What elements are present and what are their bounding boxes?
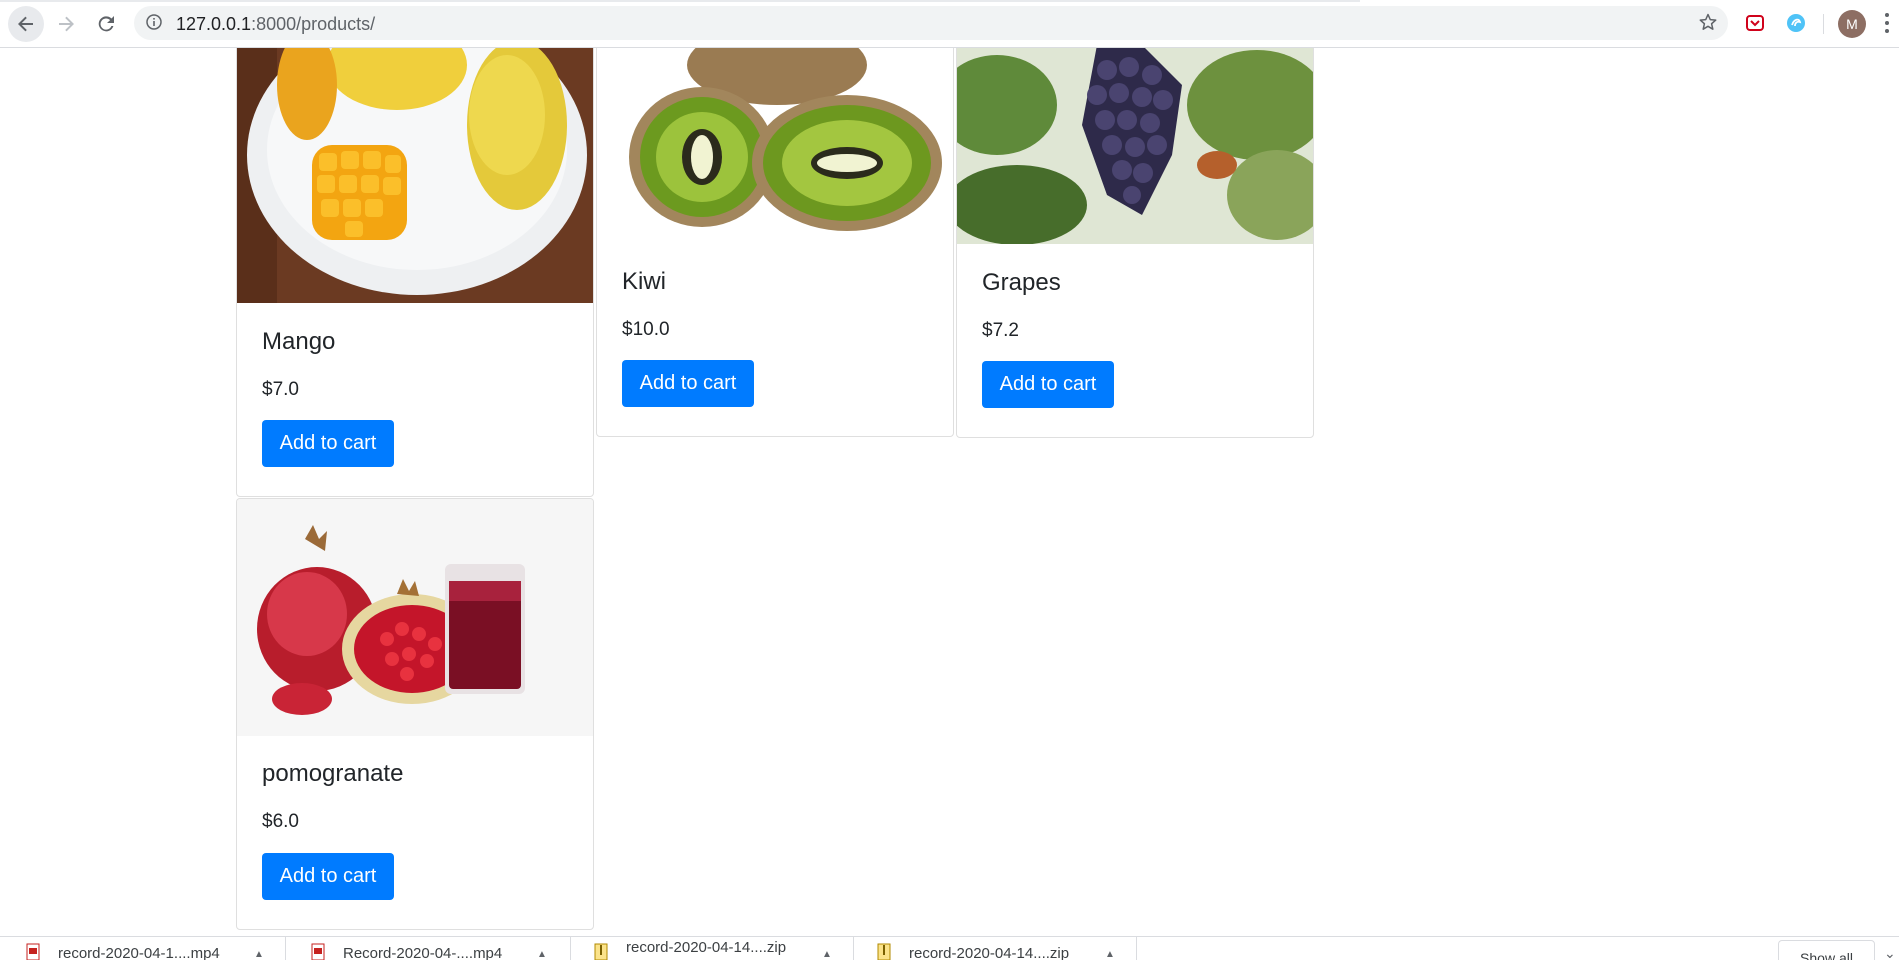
profile-avatar[interactable]: M xyxy=(1838,10,1866,38)
product-card-grapes: Grapes $7.2 Add to cart xyxy=(956,48,1314,438)
reload-button[interactable] xyxy=(88,6,124,42)
chevron-up-icon[interactable]: ▲ xyxy=(822,949,832,960)
chevron-up-icon[interactable]: ▲ xyxy=(254,949,264,960)
chevron-up-icon[interactable]: ▲ xyxy=(537,949,547,960)
download-label: record-2020-04-14....zip xyxy=(626,939,787,956)
show-all-button[interactable]: Show all xyxy=(1778,940,1875,960)
download-label: Record-2020-04-....mp4 xyxy=(343,945,503,960)
add-to-cart-button[interactable]: Add to cart xyxy=(622,360,754,407)
url-text: 127.0.0.1:8000/products/ xyxy=(176,14,375,35)
video-file-icon xyxy=(311,943,325,960)
back-button[interactable] xyxy=(8,6,44,42)
add-to-cart-button[interactable]: Add to cart xyxy=(262,420,394,467)
download-divider xyxy=(285,937,286,960)
zip-file-icon xyxy=(594,943,608,960)
product-price: $7.0 xyxy=(262,379,299,400)
pomogranate-image xyxy=(237,499,593,736)
product-price: $6.0 xyxy=(262,811,299,832)
downloads-bar: record-2020-04-1....mp4 ▲ Record-2020-04… xyxy=(0,936,1899,960)
tab-strip-edge xyxy=(0,0,1360,2)
grapes-image xyxy=(957,48,1313,244)
chevron-up-icon[interactable]: ▲ xyxy=(1105,949,1115,960)
download-item[interactable]: record-2020-04-14....zip ▲ xyxy=(877,937,1127,960)
download-label: record-2020-04-1....mp4 xyxy=(58,945,220,960)
mango-image xyxy=(237,48,593,303)
pocket-extension-icon[interactable] xyxy=(1743,11,1767,35)
bookmark-star-icon[interactable] xyxy=(1698,12,1718,37)
extension-icon[interactable] xyxy=(1784,11,1808,35)
product-price: $7.2 xyxy=(982,320,1019,341)
product-name: Kiwi xyxy=(622,268,667,295)
address-bar[interactable]: 127.0.0.1:8000/products/ xyxy=(134,6,1728,40)
forward-button[interactable] xyxy=(48,6,84,42)
product-card-kiwi: Kiwi $10.0 Add to cart xyxy=(596,48,954,437)
arrow-right-icon xyxy=(59,16,74,32)
kiwi-image xyxy=(597,48,953,243)
arrow-left-icon xyxy=(18,16,33,32)
download-label: record-2020-04-14....zip xyxy=(909,945,1070,960)
product-card-pomogranate: pomogranate $6.0 Add to cart xyxy=(236,498,594,930)
url-path: :8000/products/ xyxy=(251,14,376,34)
download-divider xyxy=(1136,937,1137,960)
toolbar-divider xyxy=(1823,14,1824,34)
product-name: pomogranate xyxy=(262,760,404,787)
product-name: Mango xyxy=(262,328,336,355)
site-info-icon[interactable] xyxy=(146,14,162,35)
zip-file-icon xyxy=(877,943,891,960)
add-to-cart-button[interactable]: Add to cart xyxy=(262,853,394,900)
download-item[interactable]: record-2020-04-14....zip ▲ xyxy=(594,937,844,960)
browser-toolbar: 127.0.0.1:8000/products/ M xyxy=(0,0,1899,48)
page-viewport: Mango $7.0 Add to cart Kiwi $10.0 Add to… xyxy=(0,48,1899,936)
product-price: $10.0 xyxy=(622,319,670,340)
chevron-down-icon[interactable]: ⌄ xyxy=(1884,945,1896,960)
download-item[interactable]: Record-2020-04-....mp4 ▲ xyxy=(311,937,561,960)
download-divider xyxy=(853,937,854,960)
product-card-mango: Mango $7.0 Add to cart xyxy=(236,48,594,497)
download-divider xyxy=(570,937,571,960)
add-to-cart-button[interactable]: Add to cart xyxy=(982,361,1114,408)
download-item[interactable]: record-2020-04-1....mp4 ▲ xyxy=(26,937,276,960)
url-host: 127.0.0.1 xyxy=(176,14,252,34)
video-file-icon xyxy=(26,943,40,960)
reload-icon xyxy=(98,16,114,32)
browser-menu-icon[interactable] xyxy=(1884,13,1890,35)
product-name: Grapes xyxy=(982,269,1061,296)
